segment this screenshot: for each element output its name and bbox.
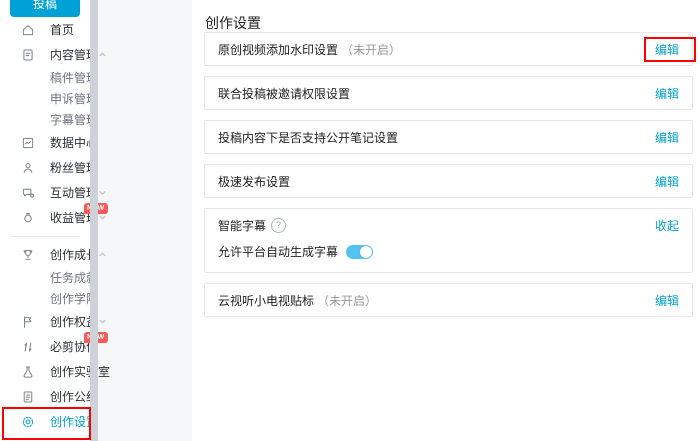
fans-icon xyxy=(21,161,35,175)
sidebar-item-创作实验室[interactable]: 创作实验室 xyxy=(0,359,90,384)
sidebar-subitem-任务成就[interactable]: 任务成就 xyxy=(0,267,90,288)
sidebar-item-互动管理[interactable]: 互动管理 xyxy=(0,180,90,205)
question-circle-icon[interactable]: ? xyxy=(271,218,286,233)
settings-card-row: 联合投稿被邀请权限设置 编辑 xyxy=(205,77,692,109)
chevron-down-icon xyxy=(98,317,107,326)
settings-card: 云视听小电视贴标（未开启） 编辑 xyxy=(204,283,693,317)
sidebar-item-创作成长[interactable]: 创作成长 xyxy=(0,242,90,267)
sidebar-item-收益管理[interactable]: 收益管理NEW xyxy=(0,205,90,230)
setting-status-note: （未开启） xyxy=(317,292,377,309)
chevron-up-icon xyxy=(98,50,107,59)
settings-card: 极速发布设置 编辑 xyxy=(204,164,693,198)
interact-icon xyxy=(21,186,35,200)
lab-icon xyxy=(21,365,35,379)
settings-card: 原创视频添加水印设置（未开启） 编辑 xyxy=(204,32,693,66)
settings-card: 智能字幕? 收起允许平台自动生成字幕 xyxy=(204,208,693,273)
sidebar-item-创作设置[interactable]: 创作设置 xyxy=(0,409,90,434)
setting-action-link[interactable]: 编辑 xyxy=(655,173,679,190)
home-icon xyxy=(21,23,35,37)
setting-action-link[interactable]: 编辑 xyxy=(655,292,679,309)
settings-card: 联合投稿被邀请权限设置 编辑 xyxy=(204,76,693,110)
sidebar-item-label: 创作实验室 xyxy=(50,366,110,378)
sidebar-item-内容管理[interactable]: 内容管理 xyxy=(0,42,90,67)
auto-subtitle-toggle[interactable] xyxy=(346,245,373,259)
settings-panel: 创作设置 原创视频添加水印设置（未开启）编辑联合投稿被邀请权限设置编辑投稿内容下… xyxy=(192,0,700,441)
publish-button[interactable]: 投稿 xyxy=(10,0,80,17)
pact-icon xyxy=(21,390,35,404)
sidebar-subitem-创作学院[interactable]: 创作学院 xyxy=(0,288,90,309)
settings-card-row: 智能字幕? 收起 xyxy=(205,209,692,241)
growth-icon xyxy=(21,248,35,262)
sidebar: 投稿 首页内容管理稿件管理申诉管理字幕管理数据中心粉丝管理互动管理收益管理NEW… xyxy=(0,0,90,441)
settings-card-row: 云视听小电视贴标（未开启） 编辑 xyxy=(205,284,692,316)
settings-card-list: 原创视频添加水印设置（未开启）编辑联合投稿被邀请权限设置编辑投稿内容下是否支持公… xyxy=(204,32,693,327)
settings-icon xyxy=(21,415,35,429)
content-icon xyxy=(21,48,35,62)
settings-card: 投稿内容下是否支持公开笔记设置 编辑 xyxy=(204,120,693,154)
income-icon xyxy=(21,211,35,225)
setting-status-note: （未开启） xyxy=(341,41,401,58)
setting-label: 智能字幕 xyxy=(218,217,266,234)
sidebar-item-label: 首页 xyxy=(50,24,74,36)
sidebar-item-创作公约[interactable]: 创作公约 xyxy=(0,384,90,409)
page-title: 创作设置 xyxy=(205,13,261,33)
sidebar-item-必剪协作[interactable]: 必剪协作NEW xyxy=(0,334,90,359)
chevron-up-icon xyxy=(98,250,107,259)
sidebar-item-首页[interactable]: 首页 xyxy=(0,17,90,42)
sidebar-subitem-申诉管理[interactable]: 申诉管理 xyxy=(0,88,90,109)
settings-card-row: 投稿内容下是否支持公开笔记设置 编辑 xyxy=(205,121,692,153)
sidebar-nav: 首页内容管理稿件管理申诉管理字幕管理数据中心粉丝管理互动管理收益管理NEW 创作成… xyxy=(0,17,90,434)
sidebar-item-创作权益[interactable]: 创作权益 xyxy=(0,309,90,334)
data-icon xyxy=(21,136,35,150)
settings-card-row: 极速发布设置 编辑 xyxy=(205,165,692,197)
bcut-icon xyxy=(21,340,35,354)
sidebar-scrollbar[interactable] xyxy=(90,0,98,441)
chevron-down-icon xyxy=(98,213,107,222)
sidebar-subitem-稿件管理[interactable]: 稿件管理 xyxy=(0,67,90,88)
setting-label: 云视听小电视贴标 xyxy=(218,292,314,309)
sidebar-subitem-字幕管理[interactable]: 字幕管理 xyxy=(0,109,90,130)
auto-subtitle-row: 允许平台自动生成字幕 xyxy=(205,241,692,272)
auto-subtitle-label: 允许平台自动生成字幕 xyxy=(218,243,338,260)
setting-label: 原创视频添加水印设置 xyxy=(218,41,338,58)
setting-action-link[interactable]: 收起 xyxy=(655,217,679,234)
rights-icon xyxy=(21,315,35,329)
setting-label: 极速发布设置 xyxy=(218,173,290,190)
sidebar-divider xyxy=(0,230,90,242)
setting-label: 联合投稿被邀请权限设置 xyxy=(218,85,350,102)
watermark-edit-link[interactable]: 编辑 xyxy=(655,41,679,58)
sidebar-item-粉丝管理[interactable]: 粉丝管理 xyxy=(0,155,90,180)
settings-card-row: 原创视频添加水印设置（未开启） 编辑 xyxy=(205,33,692,65)
sidebar-item-数据中心[interactable]: 数据中心 xyxy=(0,130,90,155)
chevron-down-icon xyxy=(98,188,107,197)
setting-label: 投稿内容下是否支持公开笔记设置 xyxy=(218,129,398,146)
setting-action-link[interactable]: 编辑 xyxy=(655,85,679,102)
setting-action-link[interactable]: 编辑 xyxy=(655,129,679,146)
